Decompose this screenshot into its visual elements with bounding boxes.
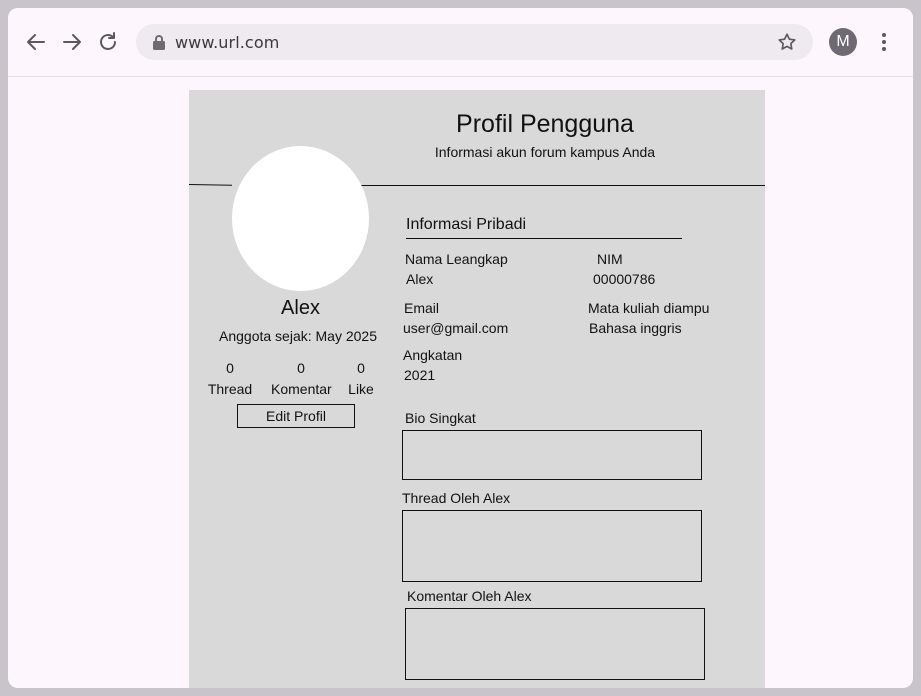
user-name: Alex: [281, 297, 320, 319]
page-title: Profil Pengguna: [456, 110, 634, 138]
lock-icon: [153, 35, 165, 50]
thread-count-label: Thread: [207, 381, 253, 397]
full-name-value: Alex: [406, 271, 434, 287]
reload-icon[interactable]: [96, 30, 120, 54]
comment-count: 0: [297, 360, 305, 376]
thread-count: 0: [226, 360, 234, 376]
email-label: Email: [404, 300, 440, 316]
year-label: Angkatan: [403, 347, 463, 363]
member-since: Anggota sejak: May 2025: [219, 328, 377, 344]
browser-toolbar: www.url.com M: [8, 8, 913, 77]
bookmark-star-icon[interactable]: [776, 31, 798, 53]
like-count-label: Like: [348, 381, 374, 397]
personal-info-heading: Informasi Pribadi: [406, 216, 527, 233]
bio-box[interactable]: [402, 430, 702, 480]
edit-profile-button[interactable]: Edit Profil: [237, 404, 355, 428]
nim-value: 00000786: [593, 271, 656, 287]
browser-window: www.url.com M Profil Pengguna Informasi …: [8, 8, 913, 688]
personal-info-underline: [406, 238, 682, 239]
full-name-label: Nama Leangkap: [405, 251, 508, 267]
nim-label: NIM: [597, 251, 623, 267]
course-value: Bahasa inggris: [589, 320, 682, 336]
profile-panel: Profil Pengguna Informasi akun forum kam…: [188, 90, 765, 688]
threads-label: Thread Oleh Alex: [402, 490, 511, 506]
comment-count-label: Komentar: [271, 381, 332, 397]
forward-arrow-icon[interactable]: [60, 30, 84, 54]
threads-box[interactable]: [402, 510, 702, 582]
divider-right: [357, 185, 765, 186]
url-text[interactable]: www.url.com: [175, 33, 279, 52]
profile-avatar[interactable]: M: [829, 28, 857, 56]
comments-box[interactable]: [405, 608, 705, 680]
course-label: Mata kuliah diampu: [588, 300, 710, 316]
address-bar[interactable]: www.url.com: [136, 24, 813, 60]
divider-left: [188, 184, 233, 186]
kebab-menu-icon[interactable]: [874, 30, 894, 54]
profile-photo: [232, 146, 369, 291]
comments-label: Komentar Oleh Alex: [407, 588, 532, 604]
bio-label: Bio Singkat: [405, 410, 476, 426]
back-arrow-icon[interactable]: [24, 30, 48, 54]
email-value: user@gmail.com: [403, 320, 509, 336]
year-value: 2021: [404, 367, 436, 383]
like-count: 0: [357, 360, 365, 376]
